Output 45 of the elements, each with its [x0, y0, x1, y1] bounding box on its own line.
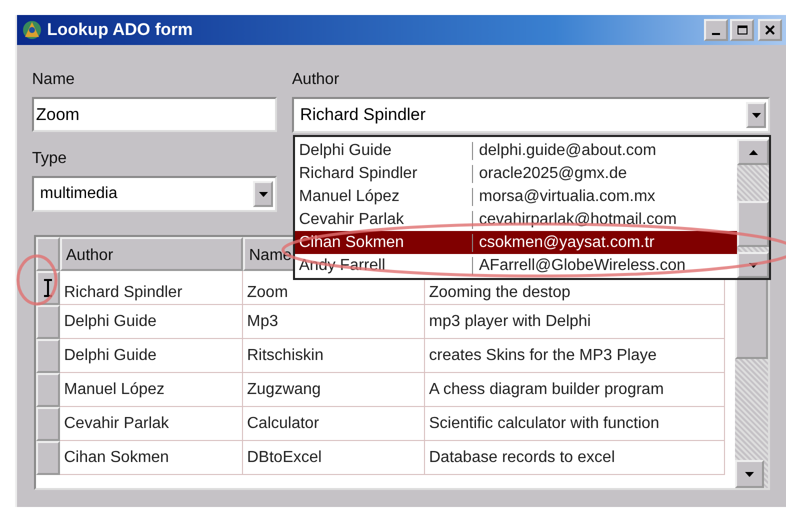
scroll-thumb[interactable]	[737, 201, 769, 247]
maximize-icon	[736, 25, 748, 35]
dropdown-item[interactable]: Delphi Guide delphi.guide@about.com	[295, 139, 737, 162]
table-cell: DBtoExcel	[243, 441, 425, 475]
dropdown-item[interactable]: Cevahir Parlak cevahirparlak@hotmail.com	[295, 208, 737, 231]
dropdown-item[interactable]: Cihan Sokmen csokmen@yaysat.com.tr	[295, 231, 737, 254]
dropdown-item[interactable]: Richard Spindler oracle2025@gmx.de	[295, 162, 737, 185]
type-combo[interactable]: multimedia	[32, 176, 277, 212]
table-cell: Mp3	[243, 305, 425, 339]
table-cell: Cevahir Parlak	[60, 407, 243, 441]
table-cell: creates Skins for the MP3 Playe	[425, 339, 725, 373]
dropdown-scrollbar[interactable]	[737, 139, 769, 278]
minimize-icon	[712, 33, 720, 35]
close-button[interactable]	[758, 19, 782, 41]
dropdown-item[interactable]: Manuel López morsa@virtualia.com.mx	[295, 185, 737, 208]
table-cell: A chess diagram builder program	[425, 373, 725, 407]
table-cell: Delphi Guide	[60, 305, 243, 339]
highlight-ellipse	[15, 253, 59, 307]
column-header[interactable]: Author	[60, 237, 243, 271]
table-cell: Manuel López	[60, 373, 243, 407]
scroll-up-button[interactable]	[737, 139, 769, 165]
author-label: Author	[292, 71, 340, 90]
down-arrow-icon	[745, 472, 754, 476]
scroll-down-button[interactable]	[735, 460, 764, 488]
table-cell: mp3 player with Delphi	[425, 305, 725, 339]
maximize-button[interactable]	[730, 19, 754, 41]
app-icon	[21, 19, 43, 41]
type-label: Type	[32, 150, 67, 169]
close-icon	[765, 25, 775, 35]
table-cell: Richard Spindler	[60, 271, 243, 305]
table-cell: Cihan Sokmen	[60, 441, 243, 475]
table-cell: Delphi Guide	[60, 339, 243, 373]
text-cursor-icon	[43, 279, 53, 297]
author-combo[interactable]: Richard Spindler	[292, 97, 770, 133]
table-cell: Zugzwang	[243, 373, 425, 407]
table-cell: Calculator	[243, 407, 425, 441]
down-arrow-icon	[748, 262, 758, 268]
table-cell: Scientific calculator with function	[425, 407, 725, 441]
window-title: Lookup ADO form	[47, 20, 194, 40]
name-label: Name	[32, 71, 75, 90]
minimize-button[interactable]	[704, 19, 728, 41]
up-arrow-icon	[748, 150, 758, 154]
table-cell: Ritschiskin	[243, 339, 425, 373]
name-input[interactable]: Zoom	[32, 97, 277, 132]
table-cell: Database records to excel	[425, 441, 725, 475]
